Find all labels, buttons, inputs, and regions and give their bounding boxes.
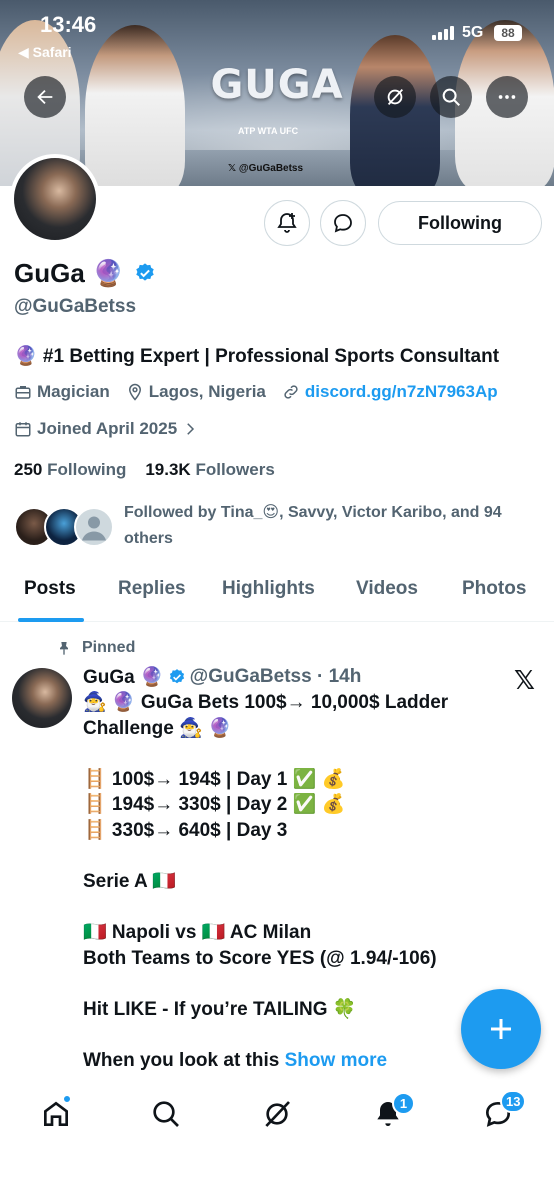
tweet-author-name[interactable]: GuGa 🔮: [83, 665, 164, 689]
briefcase-icon: [15, 386, 31, 399]
profile-link[interactable]: discord.gg/n7zN7963Ap: [305, 382, 498, 402]
signal-icon: [432, 26, 456, 40]
followers-count-link[interactable]: 19.3K Followers: [145, 460, 274, 479]
tweet-last-line-text: When you look at this: [83, 1050, 280, 1072]
tweet-line: [83, 972, 523, 998]
tab-videos[interactable]: Videos: [356, 578, 418, 600]
banner-league-logos: ATP WTA UFC: [238, 126, 299, 136]
profile-category: Magician: [37, 382, 110, 401]
tweet-body[interactable]: 🧙‍♂️ 🔮 GuGa Bets 100$→ 10,000$ Ladder Ch…: [83, 690, 523, 1074]
nav-grok[interactable]: [257, 1094, 297, 1134]
verified-badge-icon: [169, 669, 184, 684]
tweet-line: [83, 844, 523, 870]
profile-location: Lagos, Nigeria: [148, 382, 266, 401]
nav-notifications[interactable]: 1: [368, 1092, 415, 1134]
grok-icon: [387, 89, 404, 105]
nav-search[interactable]: [146, 1094, 186, 1134]
tweet-line: Both Teams to Score YES (@ 1.94/-106): [83, 947, 437, 969]
nav-home[interactable]: [36, 1094, 76, 1134]
home-new-dot: [62, 1094, 72, 1104]
active-tab-indicator: [18, 618, 84, 622]
tab-replies[interactable]: Replies: [118, 578, 186, 600]
tab-photos[interactable]: Photos: [462, 578, 526, 600]
tweet-line: Hit LIKE - If you’re TAILING 🍀: [83, 999, 357, 1021]
tweet-line: Challenge 🧙‍♂️ 🔮: [83, 717, 232, 739]
follower-avatar-3: [74, 507, 114, 547]
grok-button[interactable]: [374, 76, 416, 118]
chevron-right-icon: [187, 423, 195, 435]
location-pin-icon: [128, 383, 141, 401]
follow-counts: 250 Following 19.3K Followers: [14, 460, 275, 480]
show-more-link[interactable]: Show more: [285, 1050, 387, 1071]
profile-handle: @GuGaBetss: [14, 296, 137, 317]
tweet-header: GuGa 🔮 @GuGaBetss · 14h: [83, 665, 361, 689]
tweet-line: 🪜 194$→ 330$ | Day 2 ✅ 💰: [83, 794, 346, 816]
tweet-line: 🪜 330$→ 640$ | Day 3: [83, 819, 288, 841]
tweet-line: 🇮🇹 Napoli vs 🇮🇹 AC Milan: [83, 922, 312, 944]
search-icon: [153, 1101, 179, 1127]
grok-icon: [265, 1101, 290, 1127]
notify-button[interactable]: [264, 200, 310, 246]
chat-bubble-icon: [334, 214, 352, 233]
following-count-link[interactable]: 250 Following: [14, 460, 126, 479]
pinned-text: Pinned: [82, 639, 136, 656]
battery-icon: 88: [494, 25, 522, 41]
tweet-author-handle: @GuGaBetss · 14h: [189, 666, 362, 687]
more-dots-icon: [498, 95, 516, 99]
tweet-line: [83, 741, 523, 767]
compose-post-button[interactable]: [461, 989, 541, 1069]
default-user-icon: [82, 516, 106, 541]
arrow-left-icon: [37, 89, 53, 105]
tweet-last-line: When you look at this Show more: [83, 1048, 523, 1074]
followed-by-row[interactable]: Followed by Tina_😍, Savvy, Victor Karibo…: [14, 500, 544, 556]
back-button[interactable]: [24, 76, 66, 118]
calendar-icon: [15, 422, 31, 437]
nav-messages[interactable]: 13: [478, 1090, 527, 1134]
pin-icon: [60, 642, 68, 655]
network-type: 5G: [462, 24, 484, 41]
more-button[interactable]: [486, 76, 528, 118]
tweet-line: 🪜 100$→ 194$ | Day 1 ✅ 💰: [83, 768, 346, 790]
profile-tabs: Posts Replies Highlights Videos Photos: [0, 570, 554, 622]
tweet-author-avatar[interactable]: [12, 668, 72, 728]
notifications-badge: 1: [392, 1092, 415, 1115]
profile-avatar[interactable]: [10, 154, 100, 244]
link-icon: [284, 385, 298, 399]
tweet-line: 🧙‍♂️ 🔮 GuGa Bets 100$→ 10,000$ Ladder: [83, 692, 449, 713]
bell-plus-icon: [277, 213, 297, 233]
profile-meta-row: Magician Lagos, Nigeria discord.gg/n7zN7…: [14, 382, 498, 402]
status-bar: 13:46 ◀ Safari 5G 88: [0, 12, 554, 60]
joined-row[interactable]: Joined April 2025: [14, 419, 204, 439]
tweet-line: Serie A 🇮🇹: [83, 871, 177, 893]
search-button[interactable]: [430, 76, 472, 118]
bottom-nav: 1 13: [0, 1080, 554, 1200]
followed-by-text: Followed by Tina_😍, Savvy, Victor Karibo…: [124, 504, 502, 547]
following-button[interactable]: Following: [378, 201, 542, 245]
search-icon: [442, 88, 460, 106]
pinned-label: Pinned: [56, 639, 135, 657]
profile-name-text: GuGa 🔮: [14, 258, 125, 288]
verified-badge-icon[interactable]: [134, 262, 156, 284]
tweet-line: [83, 1023, 523, 1049]
status-time: 13:46: [40, 12, 97, 37]
back-to-safari[interactable]: ◀ Safari: [18, 44, 72, 61]
profile-bio: 🔮 #1 Betting Expert | Professional Sport…: [14, 346, 500, 367]
joined-date: Joined April 2025: [37, 419, 178, 438]
messages-badge: 13: [500, 1090, 527, 1113]
tab-highlights[interactable]: Highlights: [222, 578, 315, 600]
message-button[interactable]: [320, 200, 366, 246]
tweet-line: [83, 895, 523, 921]
plus-icon: [491, 1019, 511, 1039]
tab-posts[interactable]: Posts: [24, 578, 76, 600]
profile-name: GuGa 🔮: [14, 258, 156, 289]
banner-handle-tag: 𝕏 @GuGaBetss: [228, 163, 304, 174]
